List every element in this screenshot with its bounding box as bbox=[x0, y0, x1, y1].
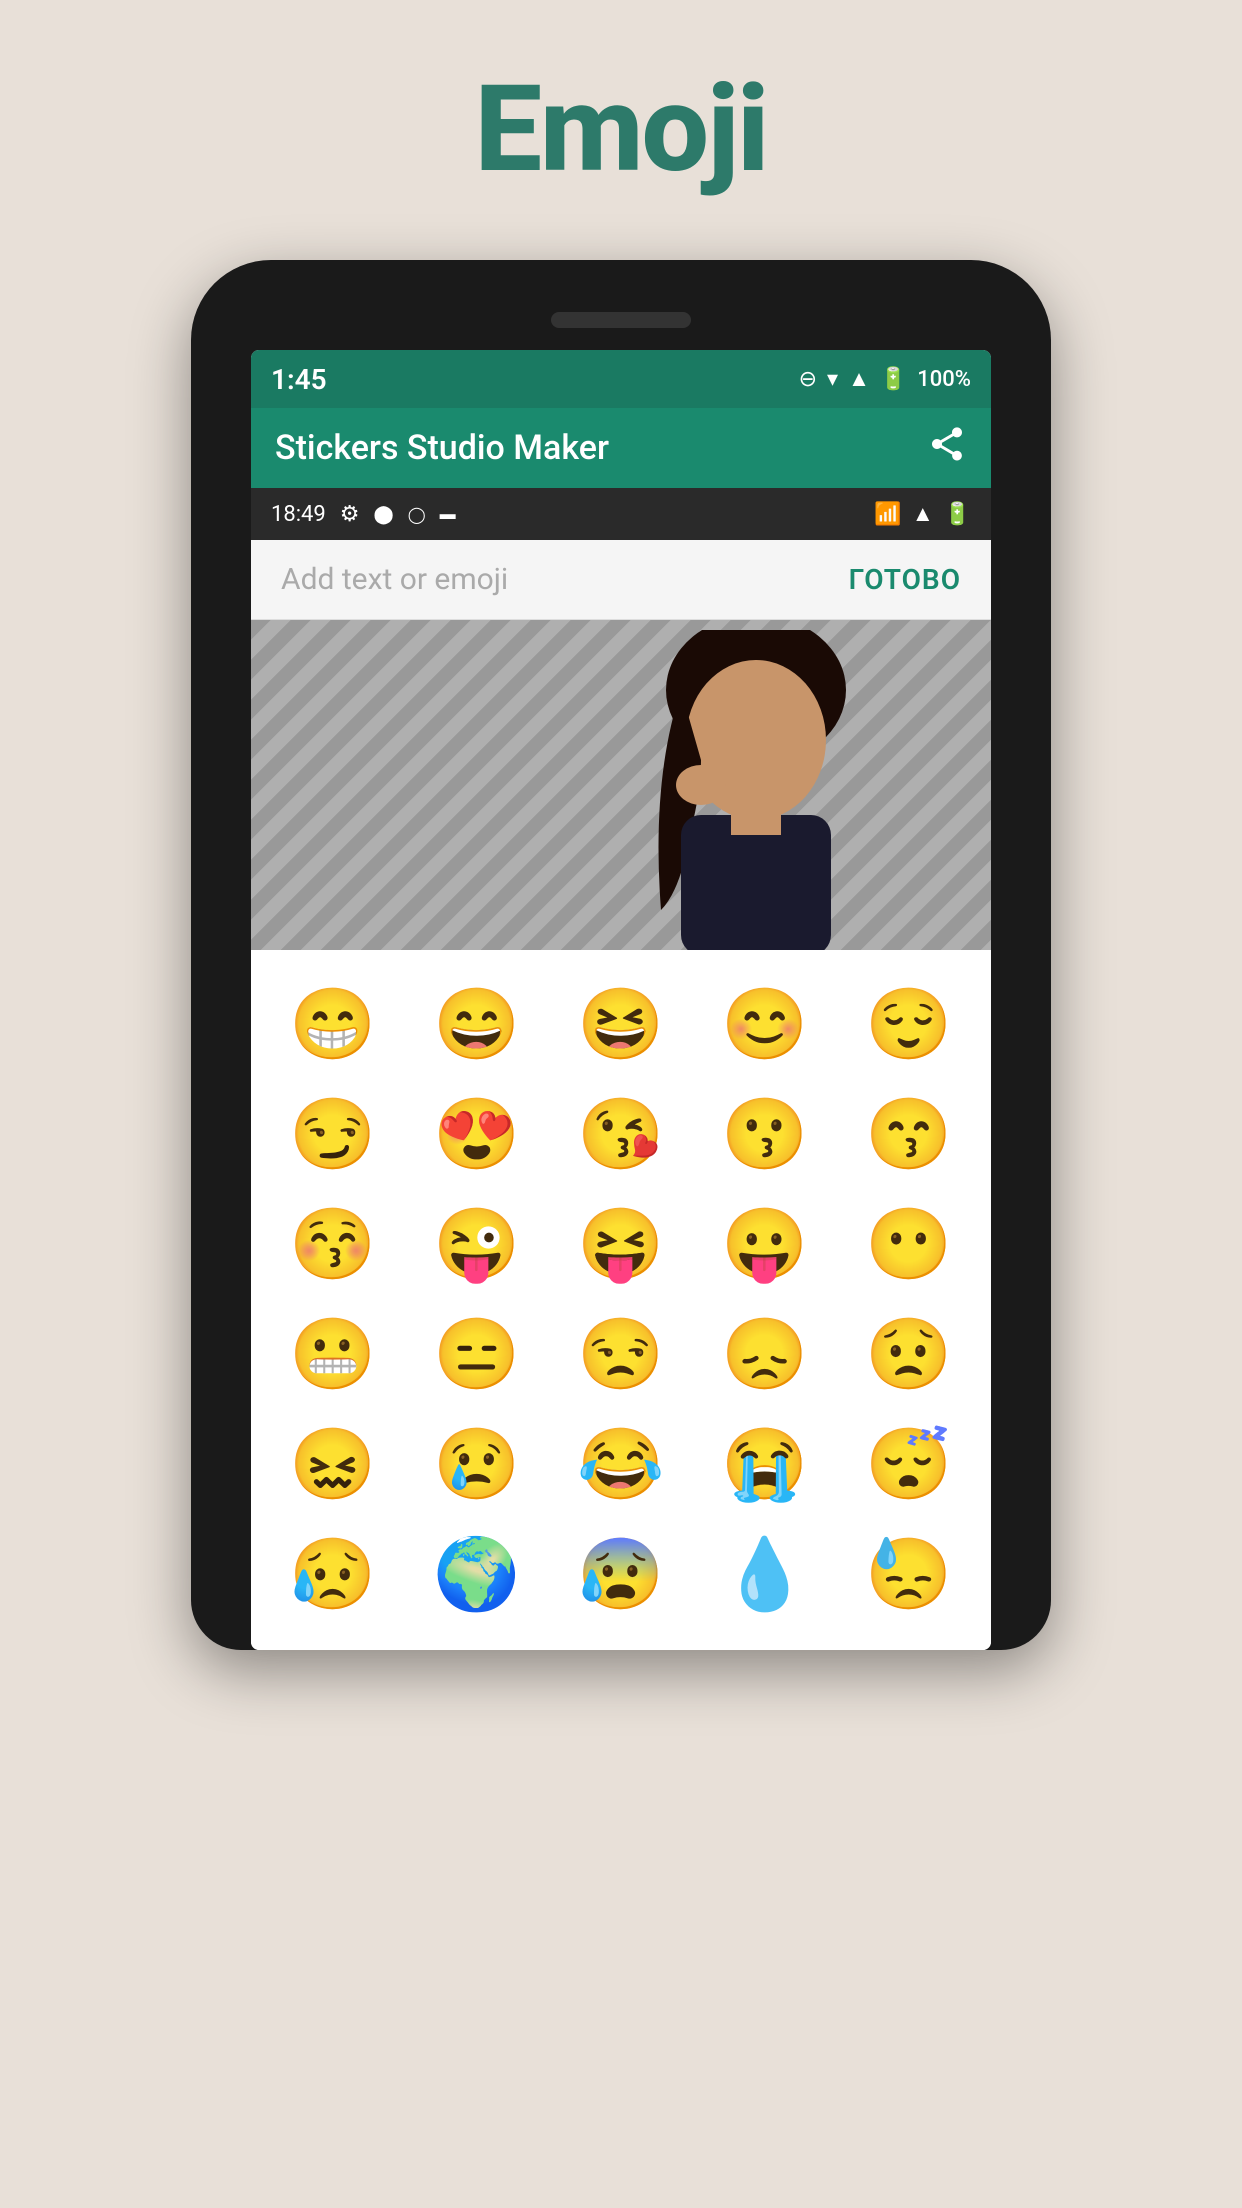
status-bar-top: 1:45 ⊖ ▾ ▲ 🔋 100% bbox=[251, 350, 991, 408]
second-battery-icon: 🔋 bbox=[944, 502, 971, 527]
second-wifi-icon: 📶 bbox=[874, 502, 901, 527]
emoji-item[interactable]: 😰 bbox=[559, 1530, 683, 1620]
person-image bbox=[581, 630, 931, 950]
battery-percentage: 100% bbox=[917, 367, 971, 392]
emoji-item[interactable]: 😄 bbox=[415, 980, 539, 1070]
second-time: 18:49 bbox=[271, 502, 326, 527]
emoji-item[interactable]: 😏 bbox=[271, 1090, 395, 1180]
emoji-item[interactable]: 😞 bbox=[703, 1310, 827, 1400]
text-input-bar[interactable]: Add text or emoji ГОТОВО bbox=[251, 540, 991, 620]
emoji-item[interactable]: 😥 bbox=[271, 1530, 395, 1620]
menu-icon: ▬ bbox=[440, 504, 456, 524]
emoji-item[interactable]: 😑 bbox=[415, 1310, 539, 1400]
emoji-item[interactable]: 😙 bbox=[847, 1090, 971, 1180]
phone-screen: 1:45 ⊖ ▾ ▲ 🔋 100% Stickers Studio Maker bbox=[251, 350, 991, 1650]
second-signal-icon: ▲ bbox=[912, 501, 934, 527]
status-right: 📶 ▲ 🔋 bbox=[874, 501, 971, 527]
circle-empty-icon: ◯ bbox=[408, 505, 426, 524]
emoji-item[interactable]: 😁 bbox=[271, 980, 395, 1070]
emoji-item[interactable]: 😚 bbox=[271, 1200, 395, 1290]
status-icons: ⊖ ▾ ▲ 🔋 100% bbox=[799, 366, 971, 392]
emoji-item[interactable]: 😢 bbox=[415, 1420, 539, 1510]
emoji-item[interactable]: 😴 bbox=[847, 1420, 971, 1510]
emoji-item[interactable]: 😆 bbox=[559, 980, 683, 1070]
emoji-item[interactable]: 😟 bbox=[847, 1310, 971, 1400]
emoji-item[interactable]: 😓 bbox=[847, 1530, 971, 1620]
emoji-grid: 😁😄😆😊😌 😏😍😘😗😙 😚😜😝😛😶 😬😑😒😞😟 😖😢😂😭😴 😥🌍😰💧😓 bbox=[251, 950, 991, 1650]
emoji-item[interactable]: 😜 bbox=[415, 1200, 539, 1290]
emoji-item[interactable]: 💧 bbox=[703, 1530, 827, 1620]
status-bar-second: 18:49 ⚙ ⬤ ◯ ▬ 📶 ▲ 🔋 bbox=[251, 488, 991, 540]
emoji-item[interactable]: 😝 bbox=[559, 1200, 683, 1290]
phone-top bbox=[251, 290, 991, 350]
phone-shell: 1:45 ⊖ ▾ ▲ 🔋 100% Stickers Studio Maker bbox=[191, 260, 1051, 1650]
emoji-item[interactable]: 😶 bbox=[847, 1200, 971, 1290]
emoji-item[interactable]: 😖 bbox=[271, 1420, 395, 1510]
emoji-item[interactable]: 🌍 bbox=[415, 1530, 539, 1620]
emoji-item[interactable]: 😒 bbox=[559, 1310, 683, 1400]
emoji-item[interactable]: 😍 bbox=[415, 1090, 539, 1180]
wifi-icon: ▾ bbox=[827, 367, 838, 392]
battery-icon: 🔋 bbox=[880, 367, 907, 392]
emoji-item[interactable]: 😬 bbox=[271, 1310, 395, 1400]
emoji-item[interactable]: 😛 bbox=[703, 1200, 827, 1290]
status-left: 18:49 ⚙ ⬤ ◯ ▬ bbox=[271, 502, 456, 527]
emoji-item[interactable]: 😭 bbox=[703, 1420, 827, 1510]
minus-circle-icon: ⊖ bbox=[799, 367, 817, 392]
text-placeholder: Add text or emoji bbox=[281, 562, 508, 597]
image-area bbox=[251, 620, 991, 950]
phone-speaker bbox=[551, 312, 691, 328]
emoji-item[interactable]: 😘 bbox=[559, 1090, 683, 1180]
done-button[interactable]: ГОТОВО bbox=[849, 563, 961, 596]
emoji-item[interactable]: 😗 bbox=[703, 1090, 827, 1180]
emoji-item[interactable]: 😊 bbox=[703, 980, 827, 1070]
status-time: 1:45 bbox=[271, 363, 327, 396]
app-bar-title: Stickers Studio Maker bbox=[275, 428, 609, 468]
share-icon[interactable] bbox=[927, 424, 967, 473]
phone-wrapper: 1:45 ⊖ ▾ ▲ 🔋 100% Stickers Studio Maker bbox=[191, 260, 1051, 1650]
page-title: Emoji bbox=[475, 60, 768, 200]
app-bar: Stickers Studio Maker bbox=[251, 408, 991, 488]
emoji-item[interactable]: 😂 bbox=[559, 1420, 683, 1510]
settings-icon: ⚙ bbox=[340, 502, 360, 527]
emoji-item[interactable]: 😌 bbox=[847, 980, 971, 1070]
circle-filled-icon: ⬤ bbox=[374, 504, 394, 525]
signal-icon: ▲ bbox=[848, 366, 870, 392]
